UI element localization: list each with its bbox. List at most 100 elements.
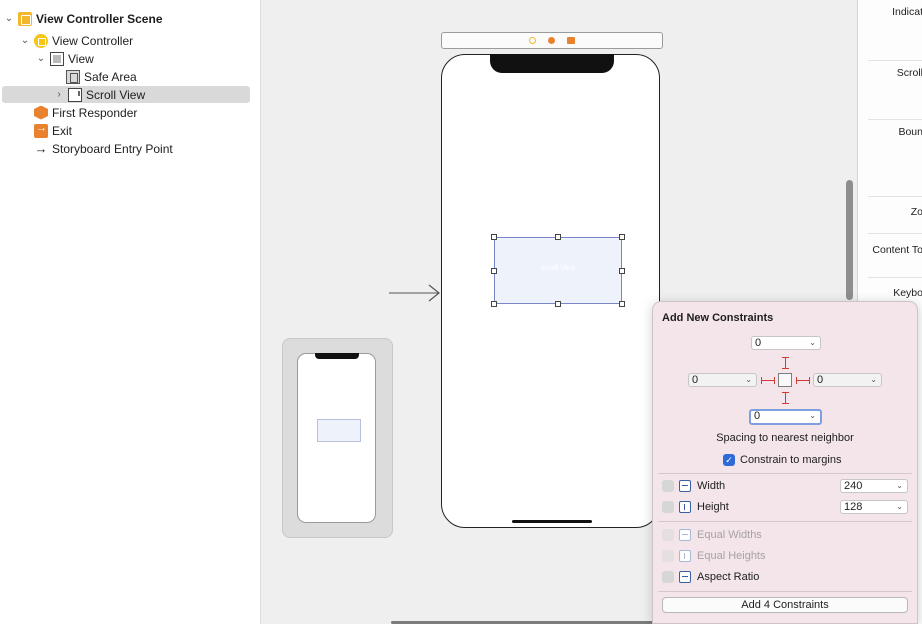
width-constraint-row[interactable]: Width 240 ⌄ <box>662 478 909 494</box>
chevron-down-icon: ⌄ <box>745 375 752 384</box>
outline-item-scroll-view[interactable]: › Scroll View <box>2 86 250 103</box>
inspector-label: Keybo <box>893 287 922 299</box>
aspect-ratio-label: Aspect Ratio <box>697 571 760 583</box>
scroll-view-caption: Scroll View <box>540 265 576 272</box>
width-constraint-icon <box>679 480 691 492</box>
constrain-to-margins-label: Constrain to margins <box>740 454 842 466</box>
minimap-notch <box>315 353 359 359</box>
chevron-down-icon: ⌄ <box>809 411 816 420</box>
minimap-device <box>297 353 376 523</box>
outline-item-first-responder[interactable]: First Responder <box>20 104 250 121</box>
height-checkbox[interactable] <box>662 501 674 513</box>
outline-item-view-controller-scene[interactable]: ⌄ View Controller Scene <box>2 10 250 27</box>
scroll-view-icon <box>68 87 82 102</box>
resize-handle-bottom[interactable] <box>555 301 561 307</box>
outline-item-label: Scroll View <box>86 87 146 102</box>
chevron-down-icon[interactable]: ⌄ <box>18 34 32 48</box>
chevron-down-icon: ⌄ <box>809 338 816 347</box>
equal-heights-label: Equal Heights <box>697 550 766 562</box>
aspect-ratio-row[interactable]: Aspect Ratio <box>662 569 909 585</box>
top-spacing-field[interactable]: 0 ⌄ <box>751 336 821 350</box>
first-responder-icon <box>34 105 48 120</box>
width-value-field[interactable]: 240 ⌄ <box>840 479 908 493</box>
aspect-ratio-checkbox[interactable] <box>662 571 674 583</box>
resize-handle-top-right[interactable] <box>619 234 625 240</box>
minimap-scroll-view <box>317 419 361 442</box>
resize-handle-top-left[interactable] <box>491 234 497 240</box>
equal-widths-icon <box>679 529 691 541</box>
resize-handle-right[interactable] <box>619 268 625 274</box>
equal-heights-row: Equal Heights <box>662 548 909 564</box>
outline-item-label: Storyboard Entry Point <box>52 141 173 156</box>
spacing-label: Spacing to nearest neighbor <box>716 432 854 444</box>
width-label: Width <box>697 480 726 492</box>
chevron-down-icon[interactable]: ⌄ <box>34 52 48 66</box>
trailing-spacing-field[interactable]: 0 ⌄ <box>813 373 882 387</box>
outline-item-safe-area[interactable]: Safe Area <box>52 68 250 85</box>
bottom-spacing-field[interactable]: 0 ⌄ <box>749 409 822 425</box>
outline-item-label: View <box>68 51 94 66</box>
width-checkbox[interactable] <box>662 480 674 492</box>
outline-item-label: View Controller <box>52 33 134 48</box>
height-constraint-icon <box>679 501 691 513</box>
outline-item-label: First Responder <box>52 105 138 120</box>
inspector-label: Boun <box>898 126 922 138</box>
scene-minimap[interactable] <box>282 338 393 538</box>
inspector-divider <box>868 60 922 61</box>
first-responder-icon[interactable] <box>548 37 555 44</box>
inspector-label: Content To <box>872 244 922 256</box>
outline-item-label: Safe Area <box>84 69 137 84</box>
leading-spacing-field[interactable]: 0 ⌄ <box>688 373 757 387</box>
height-value-field[interactable]: 128 ⌄ <box>840 500 908 514</box>
entry-point-arrow-icon[interactable] <box>389 282 441 304</box>
safe-area-icon <box>66 69 80 84</box>
height-constraint-row[interactable]: Height 128 ⌄ <box>662 499 909 515</box>
chevron-down-icon: ⌄ <box>896 502 903 511</box>
vertical-scrollbar[interactable] <box>846 180 853 300</box>
equal-widths-checkbox <box>662 529 674 541</box>
outline-item-exit[interactable]: Exit <box>20 122 250 139</box>
outline-item-label: Exit <box>52 123 73 138</box>
resize-handle-bottom-left[interactable] <box>491 301 497 307</box>
equal-widths-row: Equal Widths <box>662 527 909 543</box>
constrain-to-margins-row[interactable]: ✓ Constrain to margins <box>723 454 842 466</box>
inspector-divider <box>868 233 922 234</box>
view-controller-icon <box>34 33 48 48</box>
resize-handle-left[interactable] <box>491 268 497 274</box>
divider <box>658 521 912 522</box>
add-new-constraints-popover: Add New Constraints 0 ⌄ 0 ⌄ 0 ⌄ 0 ⌄ Spacing … <box>652 301 918 624</box>
scene-icon <box>18 11 32 26</box>
view-icon <box>50 51 64 66</box>
outline-item-view-controller[interactable]: ⌄ View Controller <box>18 32 250 49</box>
equal-heights-checkbox <box>662 550 674 562</box>
view-controller-icon[interactable] <box>529 37 536 44</box>
aspect-ratio-icon <box>679 571 691 583</box>
inspector-label: Zo <box>910 206 922 218</box>
divider <box>658 473 912 474</box>
equal-widths-label: Equal Widths <box>697 529 762 541</box>
exit-icon <box>34 122 48 138</box>
add-constraints-button[interactable]: Add 4 Constraints <box>662 597 908 613</box>
inspector-label: Scroll <box>896 67 922 79</box>
scroll-view-selected[interactable]: Scroll View <box>494 237 622 304</box>
scene-dock[interactable] <box>441 32 663 49</box>
exit-icon[interactable] <box>567 37 575 44</box>
resize-handle-top[interactable] <box>555 234 561 240</box>
chevron-down-icon: ⌄ <box>896 481 903 490</box>
inspector-divider <box>868 196 922 197</box>
constrain-to-margins-checkbox[interactable]: ✓ <box>723 454 735 466</box>
selected-view-placeholder <box>778 373 792 387</box>
inspector-label: Indicat <box>892 6 922 18</box>
document-outline: ⌄ View Controller Scene ⌄ View Controlle… <box>0 0 261 624</box>
device-notch <box>490 54 614 73</box>
entry-point-arrow-icon <box>34 142 48 156</box>
outline-item-view[interactable]: ⌄ View <box>34 50 250 67</box>
divider <box>658 591 912 592</box>
outline-item-label: View Controller Scene <box>36 11 163 26</box>
chevron-right-icon[interactable]: › <box>52 88 66 102</box>
inspector-divider <box>868 119 922 120</box>
height-label: Height <box>697 501 729 513</box>
resize-handle-bottom-right[interactable] <box>619 301 625 307</box>
outline-item-storyboard-entry-point[interactable]: Storyboard Entry Point <box>20 140 250 157</box>
chevron-down-icon[interactable]: ⌄ <box>2 12 16 26</box>
